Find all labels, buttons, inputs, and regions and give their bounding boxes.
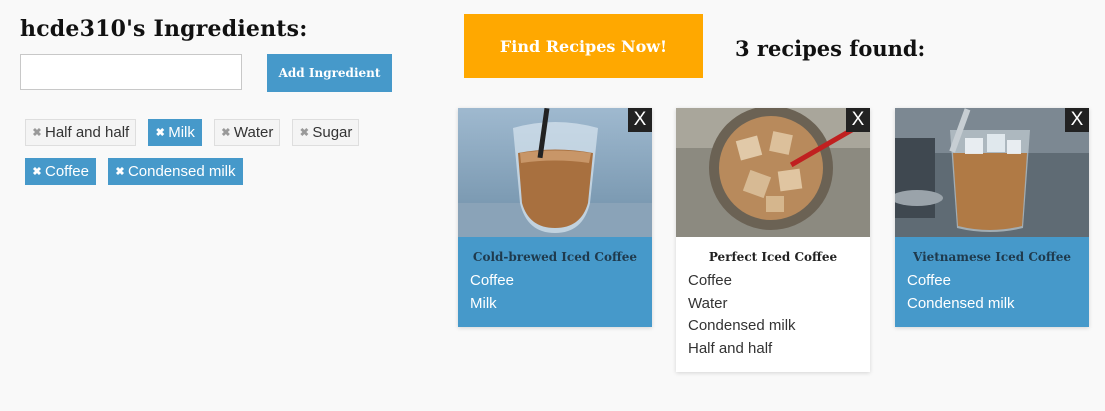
remove-icon[interactable]: ✖ (32, 126, 42, 139)
list-item: Coffee (688, 272, 732, 289)
recipe-name: Cold-brewed Iced Coffee (472, 250, 638, 264)
tag-label: Condensed milk (127, 163, 236, 180)
recipe-ingredient-list: Coffee Condensed milk (895, 270, 1089, 327)
find-recipes-button[interactable]: Find Recipes Now! (464, 14, 703, 78)
list-item: Coffee (470, 272, 514, 289)
recipe-image (676, 108, 870, 237)
ingredient-tag-condensed-milk[interactable]: ✖ Condensed milk (107, 158, 243, 185)
ingredient-tags: ✖ Half and half ✖ Milk ✖ Water ✖ Sugar ✖ Coff… (25, 119, 425, 197)
recipe-card-vietnamese[interactable]: X Vietnamese Iced Coffee Coffee Condense… (895, 108, 1089, 327)
recipe-image (458, 108, 652, 237)
ingredient-tag-sugar[interactable]: ✖ Sugar (292, 119, 360, 146)
list-item: Milk (470, 294, 497, 312)
list-item: Half and half (688, 339, 773, 357)
recipe-ingredient-list: Coffee Milk (458, 270, 652, 327)
page-title: hcde310's Ingredients: (20, 16, 308, 42)
remove-icon[interactable]: ✖ (299, 126, 309, 139)
recipe-name: Vietnamese Iced Coffee (912, 250, 1072, 264)
recipe-ingredient-list: Coffee Water Condensed milk Half and hal… (676, 270, 870, 372)
tag-label: Milk (168, 124, 195, 141)
close-icon[interactable]: X (628, 108, 652, 132)
remove-icon[interactable]: ✖ (115, 165, 125, 178)
list-item: Coffee (907, 272, 951, 289)
recipe-card-cold-brewed[interactable]: X Cold-brewed Iced Coffee Coffee Milk (458, 108, 652, 327)
ingredient-tag-coffee[interactable]: ✖ Coffee (25, 158, 96, 185)
ingredient-input[interactable] (20, 54, 242, 90)
remove-icon[interactable]: ✖ (221, 126, 231, 139)
tag-label: Coffee (45, 163, 89, 180)
ingredient-tag-milk[interactable]: ✖ Milk (148, 119, 202, 146)
close-icon[interactable]: X (1065, 108, 1089, 132)
tag-label: Sugar (312, 124, 353, 141)
page: hcde310's Ingredients: Add Ingredient ✖ H… (0, 0, 1105, 411)
recipe-name: Perfect Iced Coffee (708, 250, 838, 264)
remove-icon[interactable]: ✖ (32, 165, 42, 178)
remove-icon[interactable]: ✖ (155, 126, 165, 139)
list-item: Condensed milk (688, 317, 796, 334)
ingredient-tag-water[interactable]: ✖ Water (213, 119, 281, 146)
add-ingredient-button[interactable]: Add Ingredient (267, 54, 392, 92)
recipe-card-perfect-iced[interactable]: X Perfect Iced Coffee Coffee Water Conde… (676, 108, 870, 372)
list-item: Condensed milk (907, 294, 1015, 312)
ingredient-tag-half-and-half[interactable]: ✖ Half and half (25, 119, 137, 146)
tag-label: Water (233, 124, 274, 141)
recipe-image (895, 108, 1089, 237)
tag-label: Half and half (45, 124, 130, 141)
close-icon[interactable]: X (846, 108, 870, 132)
list-item: Water (688, 294, 728, 312)
recipes-found-count: 3 recipes found: (735, 36, 926, 61)
